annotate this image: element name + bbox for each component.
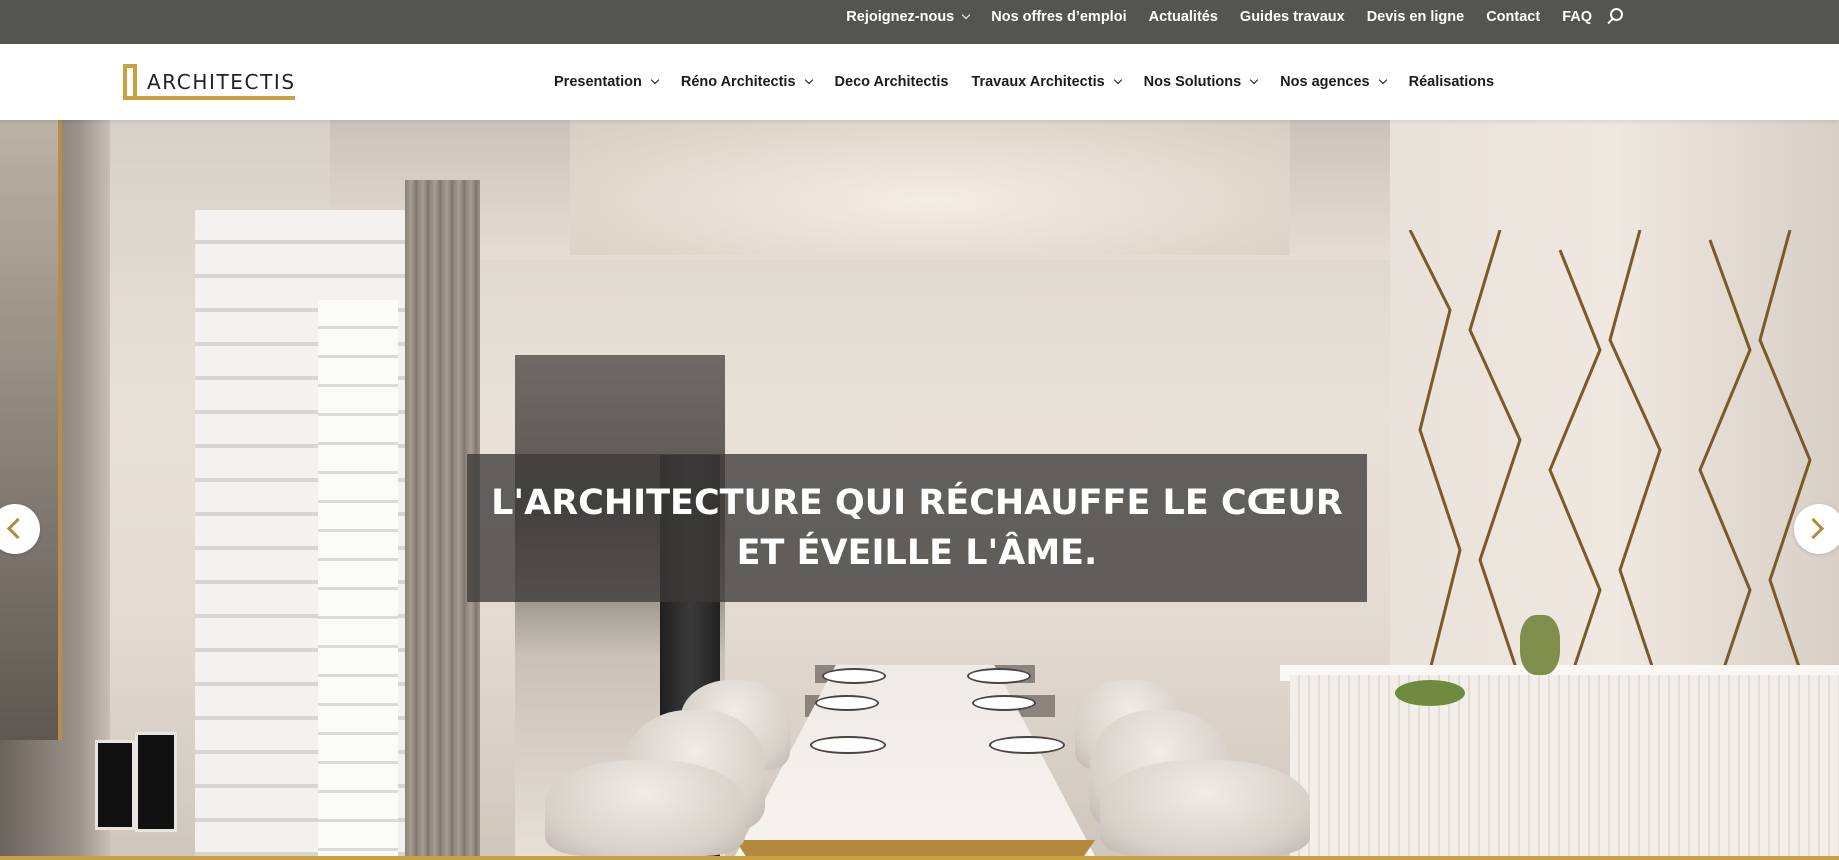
top-nav-contact[interactable]: Contact — [1486, 9, 1540, 25]
top-nav-label: FAQ — [1562, 9, 1592, 25]
top-nav-guides-travaux[interactable]: Guides travaux — [1240, 9, 1345, 25]
top-nav-label: Actualités — [1148, 9, 1218, 25]
nav-label: Presentation — [554, 74, 642, 90]
top-nav-label: Guides travaux — [1239, 9, 1345, 25]
nav-travaux-architectis[interactable]: Travaux Architectis — [971, 74, 1122, 90]
hero-ceiling-light — [570, 120, 1290, 255]
nav-presentation[interactable]: Presentation — [554, 74, 660, 90]
hero-title: L'ARCHITECTURE QUI RÉCHAUFFE LE CŒUR ET … — [491, 483, 1343, 573]
nav-label: Nos Solutions — [1143, 74, 1242, 90]
nav-label: Réalisations — [1408, 74, 1495, 90]
main-nav: Presentation Réno Architectis Deco Archi… — [554, 44, 1494, 120]
slider-next-button[interactable] — [1794, 504, 1839, 554]
chevron-down-icon — [1249, 75, 1259, 85]
architectis-logo[interactable]: ARCHITECTIS — [123, 64, 295, 100]
chevron-down-icon — [1378, 75, 1387, 85]
logo-underline — [123, 96, 295, 100]
top-nav-actualites[interactable]: Actualités — [1149, 9, 1218, 25]
hero-window-blinds-2 — [318, 300, 398, 856]
hero-plate — [972, 695, 1036, 711]
hero-plate — [989, 736, 1065, 754]
nav-deco-architectis[interactable]: Deco Architectis — [835, 74, 949, 90]
nav-reno-architectis[interactable]: Réno Architectis — [680, 74, 813, 90]
nav-realisations[interactable]: Réalisations — [1409, 74, 1494, 90]
hero-plate — [822, 668, 886, 684]
nav-label: Réno Architectis — [680, 74, 796, 90]
top-nav-label: Nos offres d’emploi — [991, 9, 1127, 25]
hero-sideboard — [1290, 675, 1839, 856]
top-nav-offres-emploi[interactable]: Nos offres d’emploi — [991, 9, 1126, 25]
hero-chair — [545, 760, 745, 856]
nav-nos-solutions[interactable]: Nos Solutions — [1143, 74, 1259, 90]
top-nav-label: Rejoignez-nous — [846, 9, 955, 25]
hero-mirror — [0, 120, 62, 740]
top-nav-label: Contact — [1486, 9, 1541, 25]
search-handle — [1607, 17, 1614, 25]
hero-fruit-bowl — [1395, 680, 1465, 706]
chevron-left-icon — [6, 517, 29, 540]
hero-bottom-accent — [0, 856, 1839, 860]
hero-table-edge — [735, 840, 1095, 856]
chevron-right-icon — [1802, 517, 1825, 540]
hero-plate — [967, 668, 1031, 684]
top-utility-bar: Rejoignez-nous Nos offres d’emploi Actua… — [0, 0, 1839, 44]
nav-label: Nos agences — [1280, 74, 1370, 90]
hero-caption-banner: L'ARCHITECTURE QUI RÉCHAUFFE LE CŒUR ET … — [467, 454, 1367, 602]
hero-perfume-bottle — [135, 732, 177, 832]
hero-decorative-lines — [1408, 230, 1812, 730]
chevron-down-icon — [650, 75, 660, 85]
hero-chair — [1100, 760, 1310, 856]
nav-nos-agences[interactable]: Nos agences — [1280, 74, 1387, 90]
search-icon[interactable] — [1605, 7, 1625, 27]
hero-perfume-bottle — [95, 740, 135, 830]
top-nav-rejoignez-nous[interactable]: Rejoignez-nous — [846, 9, 971, 25]
nav-label: Deco Architectis — [834, 74, 949, 90]
chevron-down-icon — [962, 10, 971, 20]
top-nav-label: Devis en ligne — [1366, 9, 1465, 25]
logo-mark — [123, 64, 137, 100]
chevron-down-icon — [804, 75, 813, 85]
hero-plate — [815, 695, 879, 711]
main-header: ARCHITECTIS Presentation Réno Architecti… — [0, 44, 1839, 120]
top-nav-devis-en-ligne[interactable]: Devis en ligne — [1367, 9, 1465, 25]
top-nav-faq[interactable]: FAQ — [1562, 9, 1592, 25]
nav-label: Travaux Architectis — [971, 74, 1105, 90]
chevron-down-icon — [1113, 75, 1122, 85]
hero-plant — [1520, 615, 1560, 675]
top-nav: Rejoignez-nous Nos offres d’emploi Actua… — [846, 0, 1625, 34]
logo-text: ARCHITECTIS — [147, 70, 296, 94]
hero-plate — [810, 736, 886, 754]
